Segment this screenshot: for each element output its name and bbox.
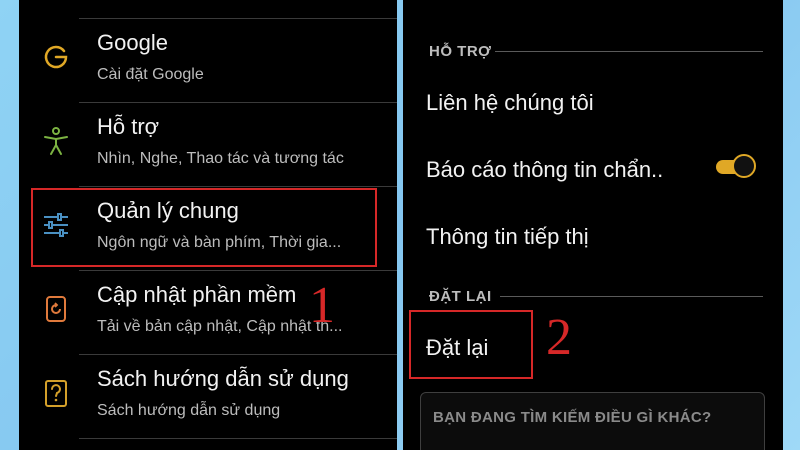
diagnostic-report-item[interactable]: Báo cáo thông tin chẩn.. [426, 157, 663, 183]
divider [79, 354, 397, 355]
menu-item-title: Cập nhật phần mềm [97, 282, 297, 307]
divider [79, 18, 397, 19]
menu-item-title: Hỗ trợ [97, 114, 160, 139]
step-number-1: 1 [309, 277, 335, 334]
menu-item-subtitle: Sách hướng dẫn sử dụng [97, 402, 281, 419]
search-suggestion-box[interactable]: BẠN ĐANG TÌM KIẾM ĐIỀU GÌ KHÁC? [420, 392, 765, 450]
software-update-icon [46, 296, 66, 322]
section-divider [500, 296, 763, 297]
divider [79, 270, 397, 271]
menu-item-accessibility[interactable]: Hỗ trợ Nhìn, Nghe, Thao tác và tương tác [19, 104, 397, 186]
divider [79, 186, 397, 187]
step-number-2: 2 [546, 309, 572, 366]
menu-item-title: Sách hướng dẫn sử dụng [97, 366, 349, 391]
contact-us-item[interactable]: Liên hệ chúng tôi [426, 90, 594, 116]
menu-item-google[interactable]: Google Cài đặt Google [19, 20, 397, 102]
section-divider [495, 51, 763, 52]
highlight-box-step1 [31, 188, 377, 267]
diagnostic-report-toggle[interactable] [716, 153, 756, 179]
menu-item-subtitle: Nhìn, Nghe, Thao tác và tương tác [97, 150, 344, 167]
highlight-box-step2 [409, 310, 533, 379]
menu-item-subtitle: Cài đặt Google [97, 66, 204, 83]
search-prompt: BẠN ĐANG TÌM KIẾM ĐIỀU GÌ KHÁC? [433, 409, 712, 426]
divider [79, 102, 397, 103]
menu-item-title: Google [97, 30, 168, 55]
user-manual-icon [45, 380, 67, 407]
section-header-support: HỖ TRỢ [429, 43, 492, 60]
section-header-reset: ĐẶT LẠI [429, 288, 492, 305]
menu-item-subtitle: Tải về bản cập nhật, Cập nhật th... [97, 318, 343, 335]
left-settings-panel: Google Cài đặt Google Hỗ trợ Nhìn, Nghe,… [19, 0, 397, 450]
menu-item-software-update[interactable]: Cập nhật phần mềm Tải về bản cập nhật, C… [19, 272, 397, 354]
right-settings-panel: HỖ TRỢ Liên hệ chúng tôi Báo cáo thông t… [403, 0, 783, 450]
google-g-icon [44, 45, 68, 69]
marketing-info-item[interactable]: Thông tin tiếp thị [426, 224, 589, 250]
menu-item-user-manual[interactable]: Sách hướng dẫn sử dụng Sách hướng dẫn sử… [19, 356, 397, 438]
toggle-knob [732, 154, 756, 178]
accessibility-person-icon [44, 127, 68, 155]
divider [79, 438, 397, 439]
